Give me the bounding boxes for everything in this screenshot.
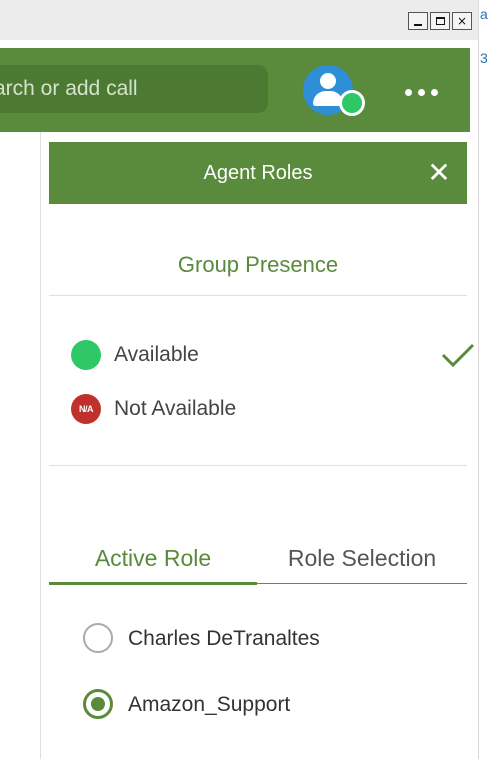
more-dot-icon [404,88,412,96]
active-tab-indicator [49,582,257,585]
maximize-button[interactable] [430,12,450,30]
search-input[interactable]: arch or add call [0,65,268,113]
divider [49,295,467,296]
minimize-icon [414,24,422,26]
tab-role-selection[interactable]: Role Selection [257,534,467,582]
role-label: Charles DeTranaltes [128,627,320,650]
close-panel-button[interactable]: ✕ [425,159,453,187]
agent-roles-panel: Agent Roles ✕ Group Presence Available N… [41,132,478,759]
tab-active-role[interactable]: Active Role [49,534,257,582]
checkmark-icon [441,343,475,368]
radio-button-selected[interactable] [83,689,113,719]
minimize-button[interactable] [408,12,428,30]
more-dot-icon [417,88,425,96]
status-label: Available [114,343,199,366]
panel-header: Agent Roles ✕ [49,142,467,204]
window-controls: × [408,12,472,30]
background-window-edge [478,0,490,759]
status-option-not-available[interactable]: N/A Not Available [71,391,451,425]
edge-text-top: a [480,6,488,22]
presence-status-dot [339,90,365,116]
role-option[interactable]: Charles DeTranaltes [83,622,443,656]
more-dot-icon [430,88,438,96]
status-label: Not Available [114,397,237,420]
group-presence-heading: Group Presence [177,252,339,277]
role-tabs: Active Role Role Selection [49,534,467,586]
panel-title: Agent Roles [203,162,313,184]
available-status-icon [71,340,101,370]
more-options-button[interactable] [395,72,447,112]
avatar-head [320,73,336,89]
role-option[interactable]: Amazon_Support [83,688,443,722]
window-title-bar: × [0,0,478,40]
edge-text-second: 3 [480,50,488,66]
tab-underline [257,583,467,584]
role-label: Amazon_Support [128,693,291,716]
status-option-available[interactable]: Available [71,337,475,371]
radio-button[interactable] [83,623,113,653]
not-available-status-icon: N/A [71,394,101,424]
divider [49,465,467,466]
maximize-icon [435,17,445,25]
close-window-button[interactable]: × [452,12,472,30]
left-background-area [0,132,40,759]
